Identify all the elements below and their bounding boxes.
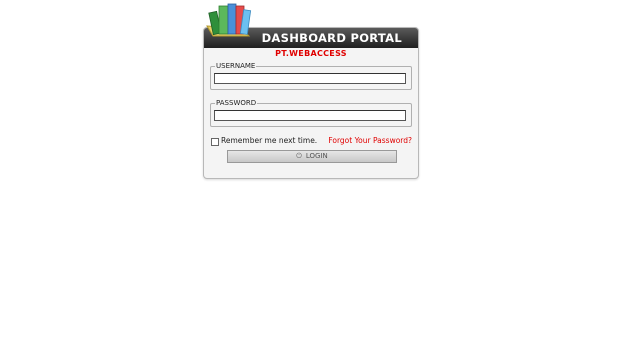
login-panel: DASHBOARD PORTAL PT.WEBACCESS USERNAME P…: [203, 27, 419, 179]
password-label: PASSWORD: [215, 98, 258, 108]
books-icon: [206, 3, 252, 37]
password-input[interactable]: [214, 110, 406, 121]
username-label: USERNAME: [215, 61, 257, 71]
forgot-password-link[interactable]: Forgot Your Password?: [328, 136, 412, 145]
company-subtitle: PT.WEBACCESS: [275, 49, 347, 58]
remember-checkbox[interactable]: [211, 138, 219, 146]
login-label: LOGIN: [305, 152, 328, 160]
power-icon: ⏻: [296, 152, 302, 160]
login-button[interactable]: ⏻ LOGIN: [227, 150, 397, 163]
remember-label: Remember me next time.: [221, 136, 318, 145]
password-fieldset: PASSWORD: [210, 98, 412, 127]
username-input[interactable]: [214, 73, 406, 84]
username-fieldset: USERNAME: [210, 61, 412, 90]
